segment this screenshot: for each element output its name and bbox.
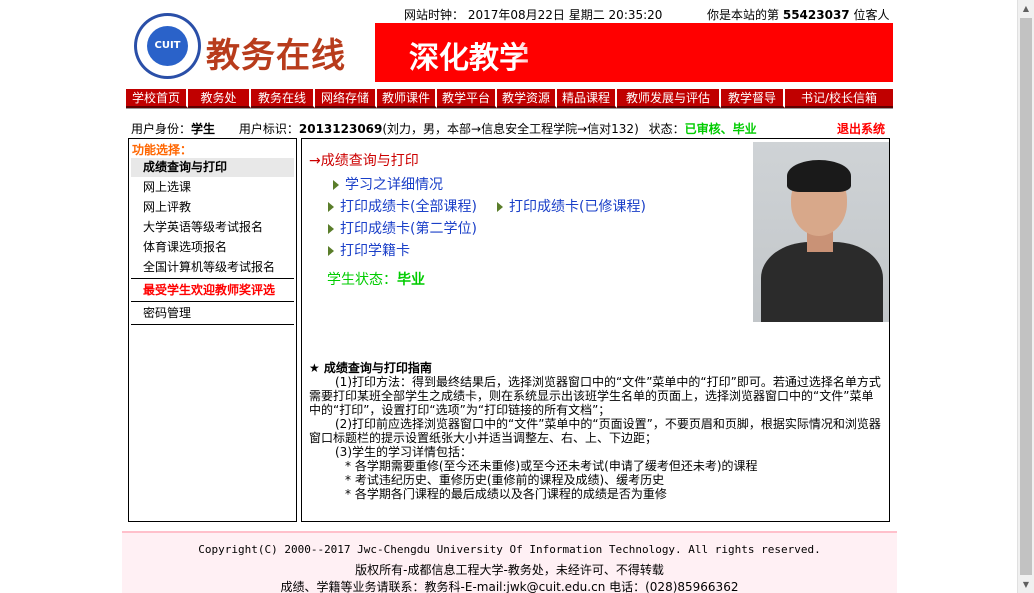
bullet-icon <box>328 202 334 212</box>
student-status-value: 毕业 <box>397 272 425 288</box>
visitor-count: 55423037 <box>782 8 850 22</box>
logo-text: CUIT <box>147 26 188 66</box>
sidebar-divider <box>131 278 294 279</box>
sidebar-item-pe-registration[interactable]: 体育课选项报名 <box>131 238 294 257</box>
link-print-second-degree[interactable]: 打印成绩卡(第二学位) <box>328 218 477 238</box>
nav-item-mailbox[interactable]: 书记/校长信箱 <box>785 89 893 108</box>
sidebar-item-password[interactable]: 密码管理 <box>131 304 294 323</box>
guide-bullet-3: * 各学期各门课程的最后成绩以及各门课程的成绩是否为重修 <box>345 487 667 501</box>
sidebar-item-computer-exam[interactable]: 全国计算机等级考试报名 <box>131 258 294 277</box>
id-detail: (刘力，男，本部→信息安全工程学院→信对132) <box>382 122 639 136</box>
footer-rights: 版权所有-成都信息工程大学-教务处，未经许可、不得转载 <box>355 563 664 577</box>
visitor-suffix: 位客人 <box>853 8 890 22</box>
scroll-up-arrow-icon[interactable]: ▲ <box>1018 0 1034 17</box>
nav-item-jwc-online[interactable]: 教务在线 <box>251 89 315 108</box>
link-print-completed[interactable]: 打印成绩卡(已修课程) <box>497 196 646 216</box>
banner: 深化教学 <box>375 23 893 82</box>
nav-item-teaching-platform[interactable]: 教学平台 <box>437 89 497 108</box>
link-print-register-card[interactable]: 打印学籍卡 <box>328 240 410 260</box>
sidebar-item-course-selection[interactable]: 网上选课 <box>131 178 294 197</box>
bullet-icon <box>328 246 334 256</box>
print-guide: ★ 成绩查询与打印指南 (1)打印方法：得到最终结果后，选择浏览器窗口中的“文件… <box>309 361 885 501</box>
guide-bullet-1: * 各学期需要重修(至今还未重修)或至今还未考试(申请了缓考但还未考)的课程 <box>345 459 758 473</box>
nav-item-supervision[interactable]: 教学督导 <box>721 89 785 108</box>
banner-fade <box>515 23 575 82</box>
user-info-bar: 用户身份：学生 用户标识：2013123069(刘力，男，本部→信息安全工程学院… <box>131 120 757 137</box>
id-label: 用户标识： <box>238 122 299 136</box>
site-clock-label: 网站时钟： <box>404 8 465 22</box>
nav-item-courseware[interactable]: 教师课件 <box>377 89 437 108</box>
nav-item-quality-courses[interactable]: 精品课程 <box>557 89 617 108</box>
nav-item-network-storage[interactable]: 网络存储 <box>315 89 377 108</box>
visitor-prefix: 你是本站的第 <box>707 8 780 22</box>
banner-text: 深化教学 <box>409 41 529 76</box>
state-label: 状态： <box>648 122 685 136</box>
nav-item-academic-office[interactable]: 教务处 <box>188 89 251 108</box>
sidebar-item-cet-registration[interactable]: 大学英语等级考试报名 <box>131 218 294 237</box>
nav-item-teacher-development[interactable]: 教师发展与评估 <box>617 89 721 108</box>
site-title: 教务在线 <box>206 36 346 76</box>
sidebar: 功能选择： 成绩查询与打印 网上选课 网上评教 大学英语等级考试报名 体育课选项… <box>128 138 297 522</box>
current-section-title: →成绩查询与打印 <box>309 153 419 169</box>
sidebar-item-teacher-evaluation[interactable]: 网上评教 <box>131 198 294 217</box>
sidebar-title: 功能选择： <box>132 143 193 157</box>
guide-bullet-2: * 考试违纪历史、重修历史(重修前的课程及成绩)、缓考历史 <box>345 473 665 487</box>
bullet-icon <box>497 202 503 212</box>
sidebar-item-teacher-award[interactable]: 最受学生欢迎教师奖评选 <box>131 281 294 300</box>
main-panel: →成绩查询与打印 学习之详细情况 打印成绩卡(全部课程) 打印成绩卡(已修课程)… <box>301 138 890 522</box>
link-study-detail-label: 学习之详细情况 <box>345 177 443 193</box>
footer: Copyright(C) 2000--2017 Jwc-Chengdu Univ… <box>122 531 897 593</box>
logout-link[interactable]: 退出系统 <box>837 120 885 137</box>
identity-value: 学生 <box>191 122 216 136</box>
scroll-down-arrow-icon[interactable]: ▼ <box>1018 576 1034 593</box>
nav-divider <box>126 108 893 109</box>
main-nav: 学校首页 教务处 教务在线 网络存储 教师课件 教学平台 教学资源 精品课程 教… <box>126 89 893 108</box>
photo-body <box>761 242 883 322</box>
footer-contact: 成绩、学籍等业务请联系：教务科-E-mail:jwk@cuit.edu.cn 电… <box>280 580 739 593</box>
nav-item-home[interactable]: 学校首页 <box>126 89 188 108</box>
sidebar-divider <box>131 324 294 325</box>
visitor-counter: 你是本站的第 55423037 位客人 <box>707 6 889 23</box>
scroll-thumb[interactable] <box>1020 18 1032 575</box>
bullet-icon <box>333 180 339 190</box>
guide-title: ★ 成绩查询与打印指南 <box>309 361 432 375</box>
student-status-label: 学生状态： <box>327 272 397 288</box>
link-print-second-degree-label: 打印成绩卡(第二学位) <box>340 221 477 237</box>
footer-copyright: Copyright(C) 2000--2017 Jwc-Chengdu Univ… <box>198 543 821 556</box>
student-status: 学生状态：毕业 <box>327 269 425 289</box>
sidebar-item-grades[interactable]: 成绩查询与打印 <box>131 158 294 177</box>
sidebar-divider <box>131 301 294 302</box>
nav-item-teaching-resources[interactable]: 教学资源 <box>497 89 557 108</box>
id-number: 2013123069 <box>298 122 383 136</box>
state-value: 已审核、毕业 <box>684 122 757 136</box>
link-study-detail[interactable]: 学习之详细情况 <box>333 174 443 194</box>
university-logo: CUIT <box>134 13 201 79</box>
site-clock: 网站时钟： 2017年08月22日 星期二 20:35:20 <box>404 6 662 23</box>
site-clock-datetime: 2017年08月22日 星期二 20:35:20 <box>467 8 663 22</box>
link-print-register-card-label: 打印学籍卡 <box>340 243 410 259</box>
link-print-all[interactable]: 打印成绩卡(全部课程) <box>328 196 477 216</box>
guide-step-2: (2)打印前应选择浏览器窗口中的“文件”菜单中的“页面设置”，不要页眉和页脚，根… <box>309 417 881 445</box>
guide-step-1: (1)打印方法：得到最终结果后，选择浏览器窗口中的“文件”菜单中的“打印”即可。… <box>309 375 881 417</box>
link-print-all-label: 打印成绩卡(全部课程) <box>340 199 477 215</box>
photo-hair <box>787 160 851 192</box>
identity-label: 用户身份： <box>131 122 192 136</box>
bullet-icon <box>328 224 334 234</box>
link-print-completed-label: 打印成绩卡(已修课程) <box>509 199 646 215</box>
vertical-scrollbar[interactable]: ▲ ▼ <box>1017 0 1034 593</box>
guide-step-3: (3)学生的学习详情包括： <box>335 445 472 459</box>
student-photo <box>753 142 889 322</box>
